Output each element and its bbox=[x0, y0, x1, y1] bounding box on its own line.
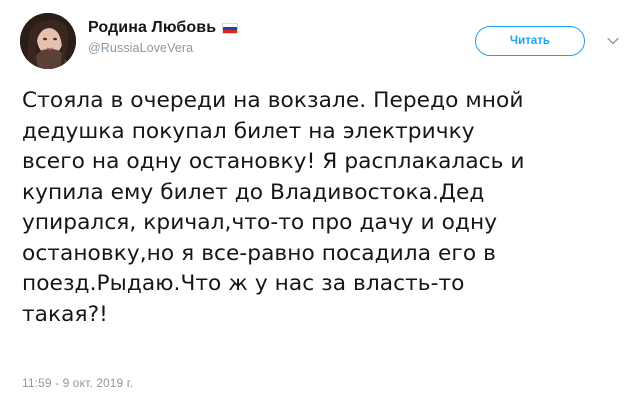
author-block: Родина Любовь @RussiaLoveVera bbox=[88, 18, 239, 55]
name-row: Родина Любовь bbox=[88, 18, 239, 38]
follow-button[interactable]: Читать bbox=[475, 26, 585, 56]
tweet-card: Родина Любовь @RussiaLoveVera Читать Сто… bbox=[0, 0, 640, 405]
user-handle[interactable]: @RussiaLoveVera bbox=[88, 41, 238, 55]
display-name[interactable]: Родина Любовь bbox=[88, 19, 216, 37]
russia-flag-icon bbox=[222, 22, 239, 34]
avatar-image bbox=[20, 13, 76, 69]
tweet-timestamp[interactable]: 11:59 - 9 окт. 2019 г. bbox=[22, 376, 133, 390]
chevron-down-icon[interactable] bbox=[606, 34, 620, 48]
avatar[interactable] bbox=[20, 13, 76, 69]
tweet-text: Стояла в очереди на вокзале. Передо мной… bbox=[22, 88, 525, 327]
